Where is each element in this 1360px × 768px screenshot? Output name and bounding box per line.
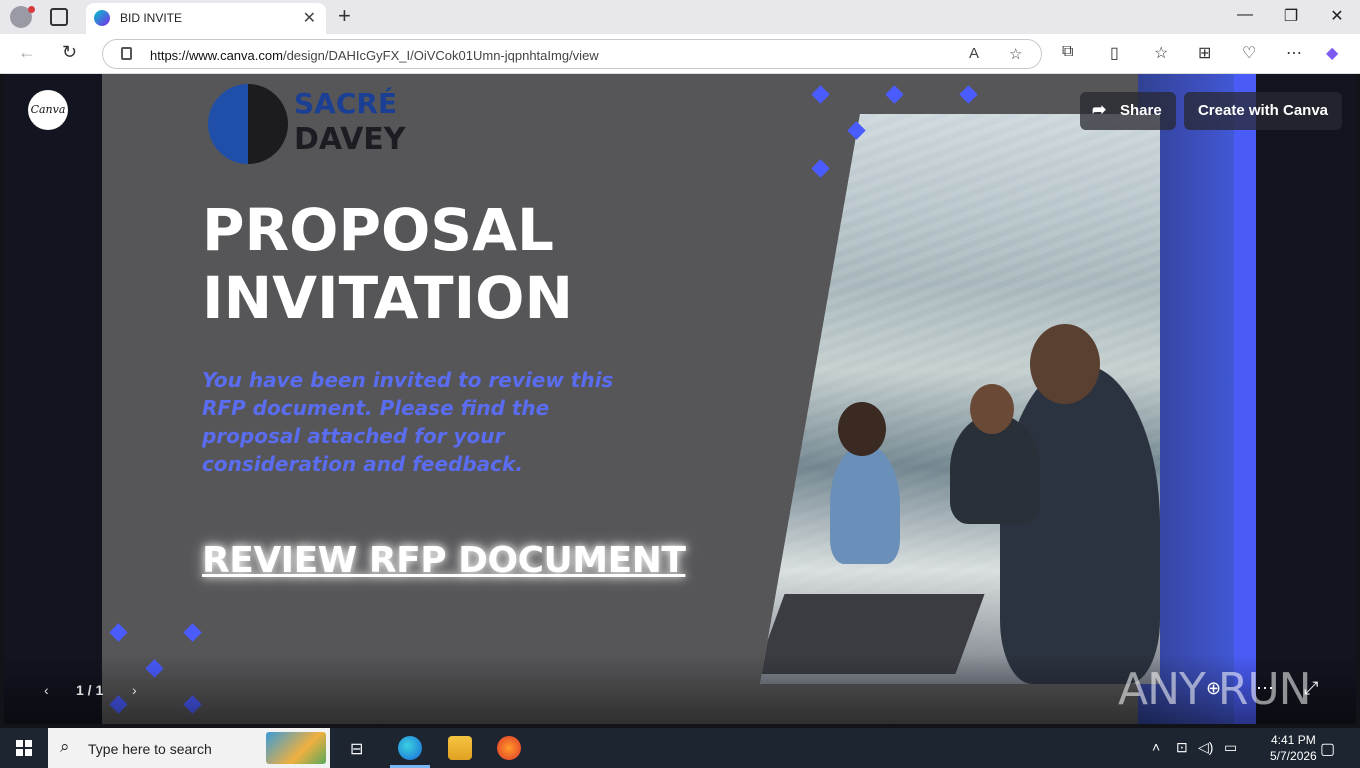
notification-dot [28, 6, 35, 13]
network-icon[interactable]: ⊡ [1176, 739, 1188, 756]
person-shape [1030, 324, 1100, 404]
previous-page-icon[interactable]: ‹ [44, 682, 49, 698]
search-highlight-art [266, 732, 326, 764]
firefox-icon[interactable] [497, 736, 521, 760]
read-aloud-icon[interactable]: A [969, 45, 979, 62]
fullscreen-icon[interactable]: ⤢ [1304, 678, 1318, 699]
slide-subtext: You have been invited to review this RFP… [202, 368, 614, 476]
windows-start-icon[interactable] [16, 740, 32, 756]
canva-favicon-icon [94, 10, 110, 26]
tab-actions-icon[interactable] [50, 8, 68, 26]
person-shape [838, 402, 886, 456]
clock-date: 5/7/2026 [1270, 749, 1317, 763]
taskbar: ⌕ Type here to search ⊟ ˄ ⊡ ◁) ▭ 4:41 PM… [0, 728, 1360, 768]
diamond-decoration [811, 85, 830, 104]
split-screen-icon[interactable]: ▯ [1110, 43, 1119, 63]
close-icon[interactable]: ✕ [303, 8, 316, 28]
person-shape [830, 444, 900, 564]
canva-logo[interactable]: Canva [28, 90, 68, 130]
canva-viewer: SACRÉ DAVEY PROPOSAL INVITATION You have… [4, 74, 1356, 724]
extensions-icon[interactable]: ⧉ [1062, 43, 1073, 61]
navigation-bar: ← ↻ https://www.canva.com/design/DAHIcGy… [0, 34, 1360, 74]
taskbar-search[interactable]: ⌕ Type here to search [48, 728, 330, 768]
url-text[interactable]: https://www.canva.com/design/DAHIcGyFX_I… [150, 48, 599, 63]
volume-icon[interactable]: ◁) [1198, 739, 1213, 756]
brand-name-line2: DAVEY [294, 122, 406, 157]
system-clock[interactable]: 4:41 PM 5/7/2026 [1270, 732, 1317, 764]
share-button[interactable]: ➦ Share [1080, 92, 1176, 130]
share-icon: ➦ [1092, 100, 1107, 119]
diamond-decoration [885, 85, 904, 104]
office-meeting-photo [760, 114, 1160, 684]
notifications-icon[interactable]: ▢ [1320, 739, 1335, 759]
new-tab-icon[interactable]: + [338, 3, 351, 29]
copilot-icon[interactable]: ◆ [1326, 43, 1338, 63]
window-close-icon[interactable]: ✕ [1322, 6, 1352, 26]
favorites-icon[interactable]: ☆ [1154, 43, 1168, 63]
zoom-icon[interactable]: ⊕ [1206, 678, 1221, 699]
review-document-link[interactable]: REVIEW RFP DOCUMENT [202, 540, 686, 581]
collections-icon[interactable]: ⊞ [1198, 43, 1211, 63]
file-explorer-icon[interactable] [448, 736, 472, 760]
show-hidden-icons-icon[interactable]: ˄ [1152, 739, 1160, 755]
favorite-icon[interactable]: ☆ [1009, 45, 1022, 63]
address-bar[interactable]: https://www.canva.com/design/DAHIcGyFX_I… [102, 39, 1042, 69]
brand-logo-icon [208, 84, 288, 164]
browser-tab[interactable]: BID INVITE ✕ [86, 3, 326, 34]
person-shape [1000, 364, 1160, 684]
search-placeholder: Type here to search [88, 741, 212, 757]
slide-headline: PROPOSAL INVITATION [202, 196, 574, 332]
clock-time: 4:41 PM [1271, 733, 1316, 747]
person-shape [970, 384, 1014, 434]
next-page-icon[interactable]: › [132, 682, 137, 698]
lock-icon[interactable] [121, 47, 132, 60]
diamond-decoration [183, 623, 202, 642]
diamond-decoration [959, 85, 978, 104]
back-icon[interactable]: ← [18, 42, 36, 63]
brand-name-line1: SACRÉ [294, 87, 398, 120]
task-view-icon[interactable]: ⊟ [350, 739, 363, 759]
page-indicator: 1 / 1 [76, 682, 104, 698]
edge-icon[interactable] [398, 736, 422, 760]
tab-bar: BID INVITE ✕ + — ❐ ✕ [0, 0, 1360, 34]
tab-title: BID INVITE [120, 11, 183, 25]
share-label: Share [1120, 102, 1162, 119]
diamond-decoration [109, 623, 128, 642]
accent-bar [1234, 74, 1256, 724]
create-with-canva-button[interactable]: Create with Canva [1184, 92, 1342, 130]
diamond-decoration [811, 159, 830, 178]
performance-icon[interactable]: ♡ [1242, 43, 1256, 63]
refresh-icon[interactable]: ↻ [62, 42, 77, 63]
search-icon: ⌕ [60, 737, 70, 756]
more-icon[interactable]: ⋯ [1286, 43, 1302, 63]
display-icon[interactable]: ▭ [1224, 739, 1237, 756]
minimize-icon[interactable]: — [1230, 6, 1260, 24]
restore-icon[interactable]: ❐ [1276, 6, 1306, 26]
more-options-icon[interactable]: ⋯ [1256, 678, 1274, 699]
design-slide: SACRÉ DAVEY PROPOSAL INVITATION You have… [102, 74, 1256, 724]
